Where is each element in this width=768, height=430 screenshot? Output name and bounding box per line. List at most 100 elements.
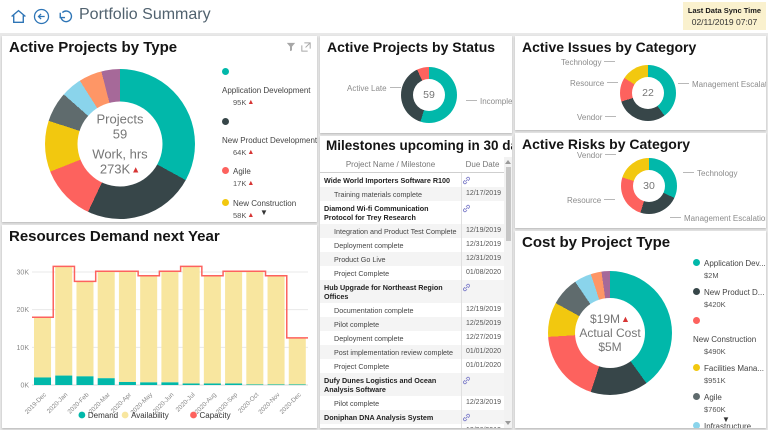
- table-row[interactable]: Deployment complete 12/31/2019: [320, 238, 504, 252]
- table-scrollbar[interactable]: [504, 157, 512, 428]
- demand-bar[interactable]: [225, 383, 243, 385]
- legend-item[interactable]: Application Development 95K▲: [222, 62, 317, 107]
- link-icon: [463, 413, 470, 422]
- table-row[interactable]: Deployment complete 12/27/2019: [320, 331, 504, 345]
- availability-bar[interactable]: [118, 271, 136, 382]
- scrollbar-down-arrow[interactable]: [505, 421, 511, 425]
- project-link-cell[interactable]: [461, 373, 504, 396]
- trend-up-icon: ▲: [247, 180, 255, 187]
- availability-bar[interactable]: [34, 317, 52, 378]
- due-date-cell: 01/01/2020: [461, 345, 504, 359]
- due-date-cell: 12/19/2019: [461, 303, 504, 317]
- availability-bar[interactable]: [182, 266, 200, 384]
- legend-dot-icon[interactable]: [121, 411, 129, 419]
- type-legend: Application Development 95K▲ New Product D…: [222, 62, 317, 222]
- legend-item[interactable]: New Product D... $420K: [693, 282, 766, 309]
- availability-bar[interactable]: [203, 275, 221, 384]
- legend-item[interactable]: New Construction 58K▲: [222, 193, 317, 220]
- availability-bar[interactable]: [97, 271, 115, 379]
- project-name-cell: Hub Upgrade for Northeast Region Offices: [324, 282, 443, 301]
- demand-bar[interactable]: [97, 378, 115, 385]
- legend-item[interactable]: Facilities Mana... $951K: [693, 358, 766, 385]
- availability-bar[interactable]: [55, 266, 73, 376]
- availability-bar[interactable]: [140, 275, 158, 383]
- table-row[interactable]: Development complete12/26/2019: [320, 424, 504, 428]
- undo-icon[interactable]: [56, 8, 73, 25]
- availability-bar[interactable]: [267, 275, 285, 385]
- availability-bar[interactable]: [246, 271, 264, 385]
- table-row[interactable]: Dufy Dunes Logistics and Ocean Analysis …: [320, 373, 504, 396]
- filter-icon[interactable]: [286, 42, 296, 52]
- table-row[interactable]: Product Go Live 12/31/2019: [320, 252, 504, 266]
- legend-label[interactable]: Availability: [131, 411, 169, 420]
- availability-bar[interactable]: [225, 271, 243, 384]
- table-row[interactable]: Doniphan DNA Analysis System: [320, 410, 504, 424]
- demand-bar[interactable]: [267, 384, 285, 386]
- link-icon: [463, 176, 470, 185]
- resources-chart-svg: 0K10K20K30K2019-Dec2020-Jan2020-Feb2020-…: [17, 265, 308, 420]
- demand-bar[interactable]: [76, 376, 94, 385]
- availability-bar[interactable]: [161, 271, 179, 383]
- legend-dot-icon[interactable]: [190, 411, 197, 419]
- legend-value: $2M: [704, 271, 719, 280]
- home-icon[interactable]: [10, 8, 27, 25]
- issues-donut[interactable]: 22: [620, 65, 676, 121]
- demand-bar[interactable]: [246, 384, 264, 386]
- projects-by-status-donut[interactable]: 59: [401, 67, 457, 123]
- demand-bar[interactable]: [55, 375, 73, 385]
- legend-dot-icon[interactable]: [78, 411, 86, 419]
- legend-dot-icon: [222, 117, 229, 125]
- project-link-cell[interactable]: [461, 410, 504, 424]
- legend-scroll-down-icon[interactable]: ▼: [260, 208, 268, 217]
- projects-by-type-donut[interactable]: Projects 59 Work, hrs 273K▲: [45, 69, 195, 219]
- legend-item[interactable]: New Construction $490K: [693, 311, 766, 356]
- legend-label[interactable]: Demand: [88, 411, 118, 420]
- table-row[interactable]: Project Complete 01/01/2020: [320, 359, 504, 373]
- table-row[interactable]: Wide World Importers Software R100: [320, 173, 504, 187]
- project-link-cell[interactable]: [461, 201, 504, 224]
- table-row[interactable]: Documentation complete 12/19/2019: [320, 303, 504, 317]
- availability-bar[interactable]: [76, 281, 94, 377]
- project-link-cell[interactable]: [461, 280, 504, 303]
- demand-bar[interactable]: [161, 382, 179, 385]
- demand-bar[interactable]: [288, 384, 306, 386]
- table-row[interactable]: Integration and Product Test Complete 12/…: [320, 224, 504, 238]
- legend-item[interactable]: Agile $760K: [693, 387, 766, 414]
- milestones-table-body: Wide World Importers Software R100 Traini…: [320, 173, 504, 428]
- legend-label: Agile: [233, 167, 251, 176]
- table-row[interactable]: Pilot complete 12/23/2019: [320, 396, 504, 410]
- popout-icon[interactable]: [301, 42, 311, 52]
- back-icon[interactable]: [33, 8, 50, 25]
- panel-title: Milestones upcoming in 30 days: [326, 138, 512, 153]
- risks-donut[interactable]: 30: [621, 158, 677, 214]
- cost-donut[interactable]: $19M▲ Actual Cost $5M: [548, 271, 672, 395]
- trend-up-icon: ▲: [621, 314, 630, 324]
- due-date-cell: 12/26/2019: [461, 424, 504, 428]
- table-row[interactable]: Post implementation review complete 01/01…: [320, 345, 504, 359]
- demand-bar[interactable]: [182, 383, 200, 385]
- demand-bar[interactable]: [118, 381, 136, 385]
- availability-bar[interactable]: [288, 337, 306, 385]
- callout-active-late: Active Late: [347, 84, 404, 93]
- table-row[interactable]: Diamond Wi-fi Communication Protocol for…: [320, 201, 504, 224]
- legend-scroll-down-icon[interactable]: ▼: [722, 415, 730, 424]
- resources-chart[interactable]: 0K 10K 20K 30K 2019-Dec 2020-Jan 2020-Feb 2020-…: [4, 245, 315, 426]
- demand-bar[interactable]: [34, 377, 52, 385]
- legend-item[interactable]: Agile 17K▲: [222, 161, 317, 188]
- demand-bar[interactable]: [140, 382, 158, 385]
- table-row[interactable]: Pilot complete 12/25/2019: [320, 317, 504, 331]
- table-row[interactable]: Hub Upgrade for Northeast Region Offices: [320, 280, 504, 303]
- scrollbar-thumb[interactable]: [505, 167, 511, 241]
- table-row[interactable]: Project Complete 01/08/2020: [320, 266, 504, 280]
- scrollbar-up-arrow[interactable]: [505, 160, 511, 164]
- panel-title: Resources Demand next Year: [9, 228, 220, 245]
- callout-vendor: Vendor: [577, 151, 619, 160]
- legend-label[interactable]: Capacity: [200, 411, 231, 420]
- legend-item[interactable]: New Product Development 64K▲: [222, 112, 317, 157]
- table-row[interactable]: Training materials complete 12/17/2019: [320, 187, 504, 201]
- legend-item[interactable]: Application Dev... $2M: [693, 253, 766, 280]
- milestone-name-cell: Pilot complete: [334, 319, 380, 329]
- project-link-cell[interactable]: [461, 173, 504, 187]
- demand-bar[interactable]: [203, 383, 221, 385]
- legend-label: New Product Development: [222, 135, 317, 145]
